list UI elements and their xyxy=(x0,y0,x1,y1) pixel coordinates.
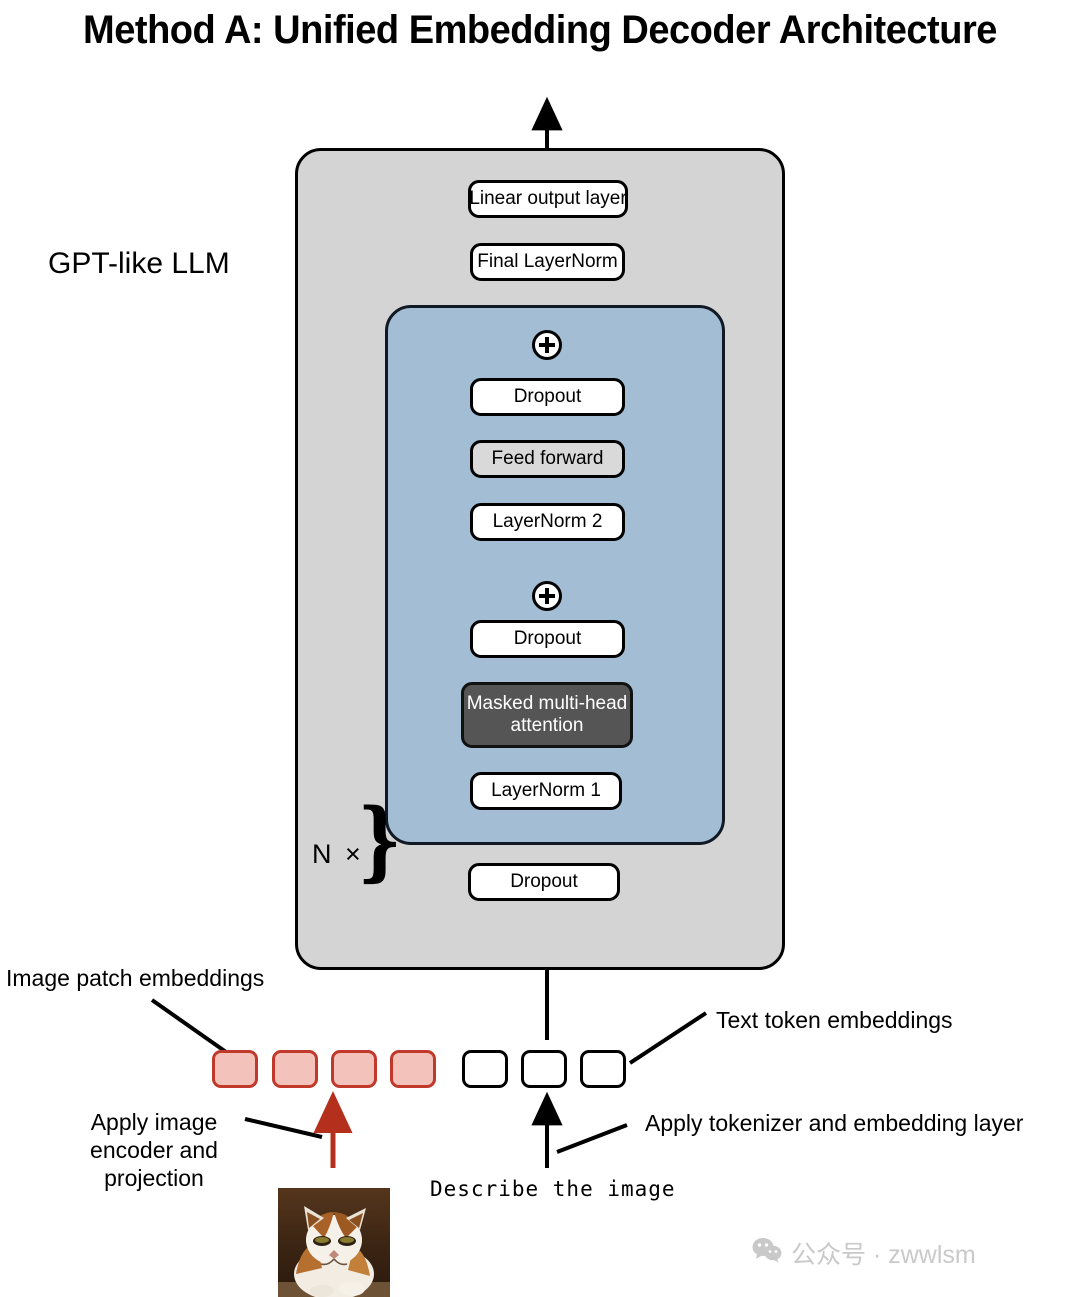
node-masked-multihead-attention[interactable]: Masked multi-head attention xyxy=(461,682,633,748)
page-title: Method A: Unified Embedding Decoder Arch… xyxy=(83,8,997,52)
caption-apply-image-encoder: Apply image encoder and projection xyxy=(64,1108,244,1192)
caption-apply-image-encoder-l3: projection xyxy=(104,1165,204,1192)
caption-apply-image-encoder-l1: Apply image xyxy=(90,1109,218,1135)
caption-text-token-embeddings: Text token embeddings xyxy=(716,1007,953,1033)
watermark: 公众号 · zwwlsm xyxy=(752,1235,976,1271)
wechat-icon xyxy=(752,1237,782,1270)
caption-apply-image-encoder-l2: encoder and xyxy=(90,1137,218,1164)
image-patch-embedding-3[interactable] xyxy=(331,1050,377,1088)
node-linear-output-layer[interactable]: Linear output layer xyxy=(468,180,628,218)
caption-image-patch-embeddings: Image patch embeddings xyxy=(6,965,265,991)
residual-add-attention xyxy=(532,581,562,611)
watermark-text: 公众号 · zwwlsm xyxy=(791,1241,976,1269)
caption-apply-tokenizer: Apply tokenizer and embedding layer xyxy=(645,1110,1024,1136)
text-token-embedding-1[interactable] xyxy=(462,1050,508,1088)
diagram-canvas: Method A: Unified Embedding Decoder Arch… xyxy=(0,0,1080,1297)
attention-label-line2: attention xyxy=(510,715,584,736)
prompt-text: Describe the image xyxy=(430,1177,676,1201)
node-final-layernorm[interactable]: Final LayerNorm xyxy=(470,243,625,281)
image-patch-embedding-4[interactable] xyxy=(390,1050,436,1088)
text-token-embedding-2[interactable] xyxy=(521,1050,567,1088)
repeat-count-label: N × xyxy=(312,839,364,869)
node-dropout-attention[interactable]: Dropout xyxy=(470,620,625,658)
node-dropout-ffn[interactable]: Dropout xyxy=(470,378,625,416)
node-feed-forward[interactable]: Feed forward xyxy=(470,440,625,478)
image-patch-embedding-2[interactable] xyxy=(272,1050,318,1088)
node-layernorm-1[interactable]: LayerNorm 1 xyxy=(470,772,622,810)
cat-photo xyxy=(278,1188,390,1297)
node-dropout-input[interactable]: Dropout xyxy=(468,863,620,901)
residual-add-ffn xyxy=(532,330,562,360)
node-layernorm-2[interactable]: LayerNorm 2 xyxy=(470,503,625,541)
attention-label-line1: Masked multi-head xyxy=(466,693,628,715)
repeat-brace: } xyxy=(357,790,402,891)
gpt-llm-label: GPT-like LLM xyxy=(48,247,230,280)
image-patch-embedding-1[interactable] xyxy=(212,1050,258,1088)
text-token-embedding-3[interactable] xyxy=(580,1050,626,1088)
